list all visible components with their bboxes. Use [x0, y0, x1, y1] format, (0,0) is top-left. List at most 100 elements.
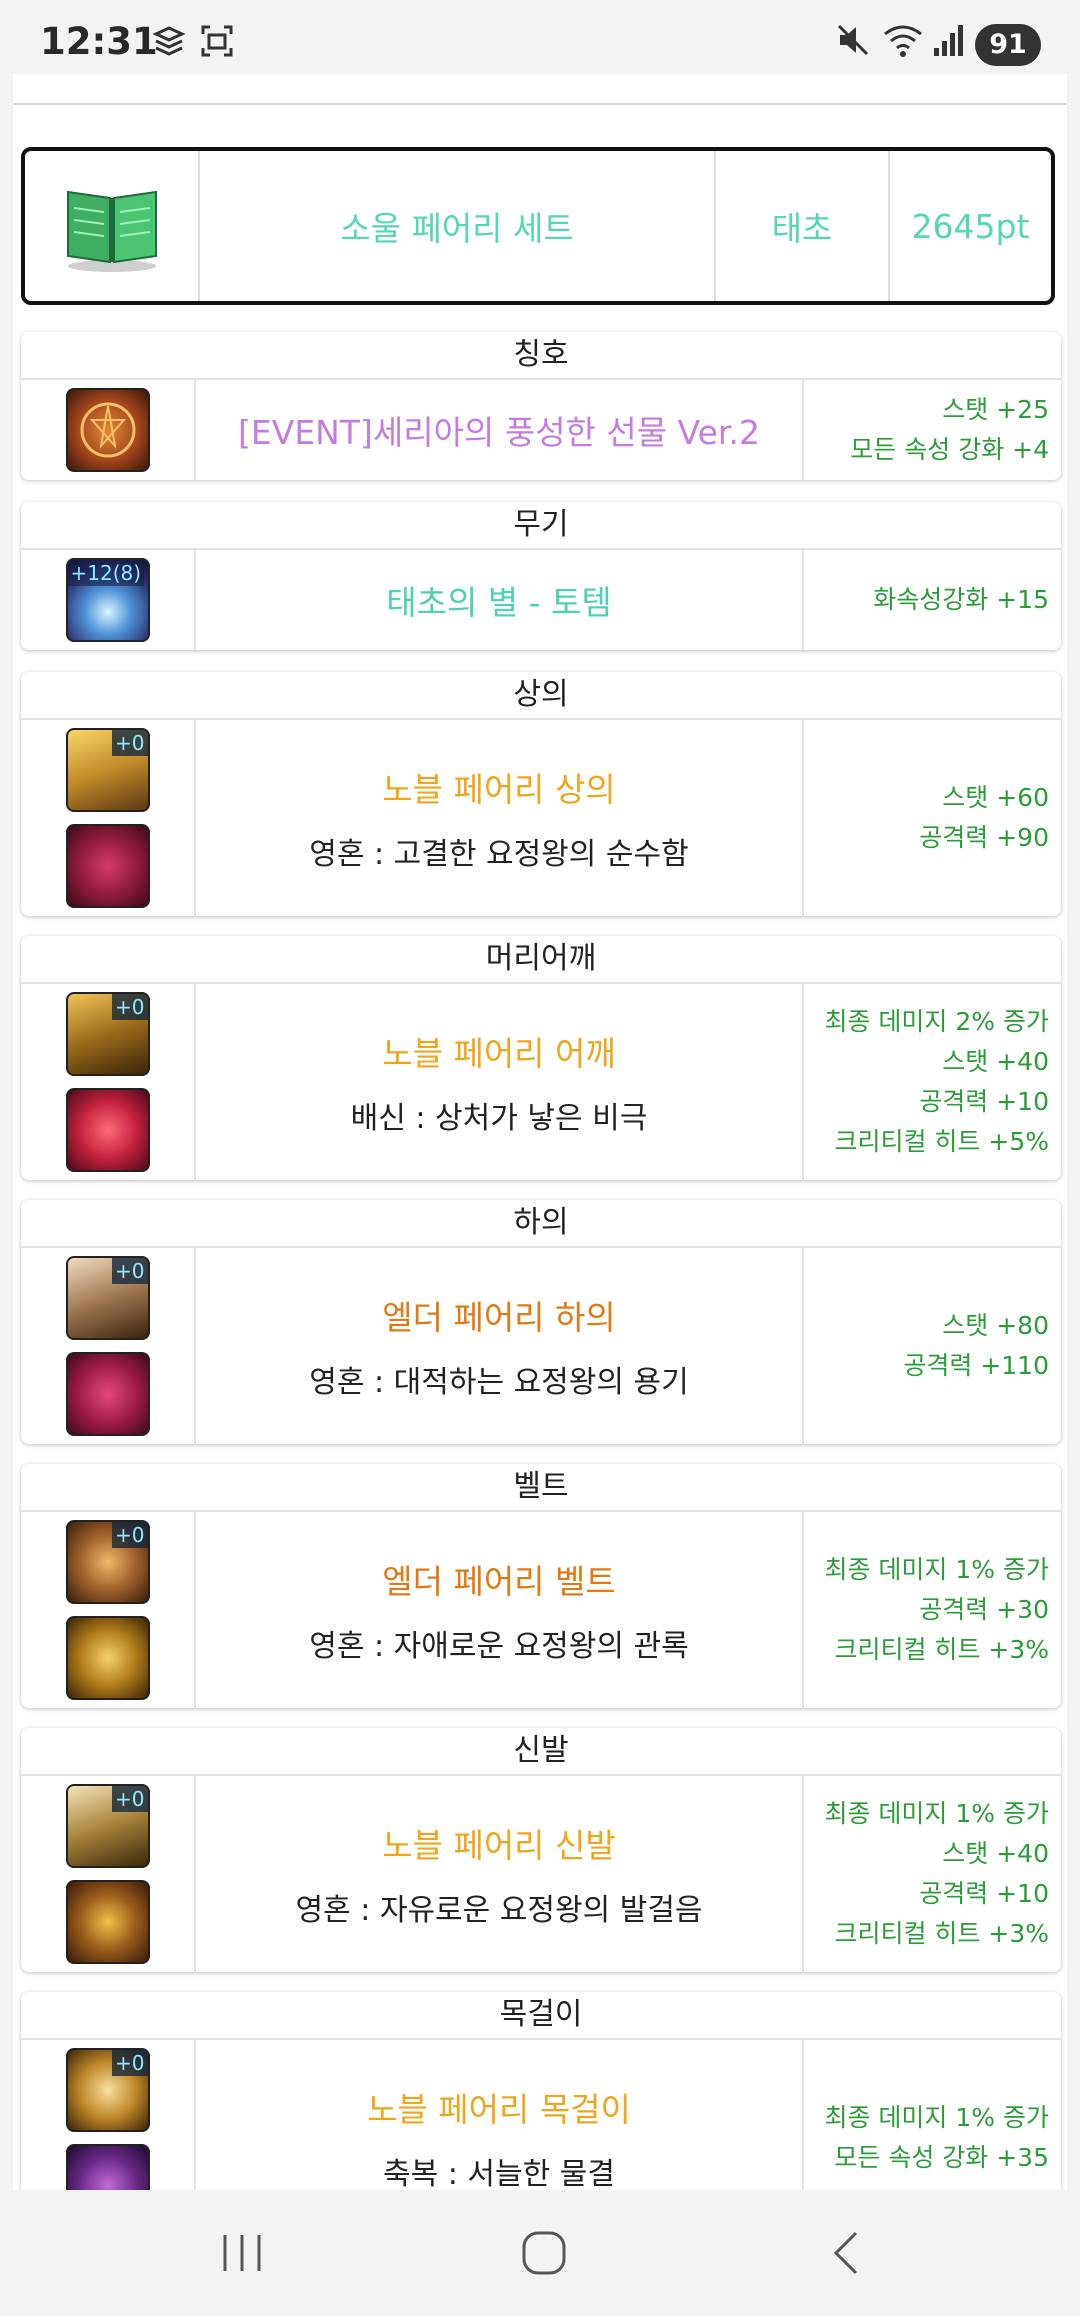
shield-notification-icon: [152, 26, 186, 56]
status-bar: 12:31 91: [0, 0, 1080, 74]
item-sub: 배신 : 상처가 낳은 비극: [350, 1101, 648, 1136]
stat-line: 스탯 +60: [942, 783, 1049, 812]
home-button[interactable]: [504, 2220, 584, 2286]
pants-avatar-icon[interactable]: [65, 1352, 150, 1436]
top-divider: [13, 74, 1067, 105]
belt-avatar-icon[interactable]: [65, 1616, 150, 1700]
stat-line: 화속성강화 +15: [873, 585, 1049, 614]
enhance-badge: +0: [112, 1786, 148, 1812]
stat-line: 스탯 +40: [942, 1839, 1049, 1868]
stat-line: 공격력 +10: [919, 1087, 1049, 1116]
wifi-icon: [884, 25, 922, 57]
item-name[interactable]: 태초의 별 - 토템: [386, 576, 612, 624]
stat-line: 모든 속성 강화 +4: [850, 435, 1049, 464]
section-heading: 벨트: [21, 1464, 1061, 1512]
equipment-page[interactable]: 소울 페어리 세트 태초 2645pt 칭호 [EVENT]세리아의 풍성한 선…: [13, 74, 1067, 2190]
section-belt[interactable]: 벨트 +0 엘더 페어리 벨트 영혼 : 자애로운 요정왕의 관록 최종 데미지…: [21, 1464, 1061, 1708]
section-heading: 머리어깨: [21, 936, 1061, 984]
item-name[interactable]: 엘더 페어리 벨트: [382, 1555, 616, 1603]
necklace-avatar-icon[interactable]: [65, 2144, 150, 2190]
set-summary[interactable]: 소울 페어리 세트 태초 2645pt: [21, 147, 1055, 305]
set-name: 소울 페어리 세트: [200, 151, 716, 301]
enhance-badge: +0: [112, 2050, 148, 2076]
enhance-badge: +0: [112, 994, 148, 1020]
section-heading: 하의: [21, 1200, 1061, 1248]
top-avatar-icon[interactable]: [65, 824, 150, 908]
enhance-badge: +0: [112, 1522, 148, 1548]
stat-line: 크리티컬 히트 +3%: [834, 1919, 1049, 1948]
set-icon-cell: [25, 151, 200, 301]
item-name[interactable]: 노블 페어리 어깨: [382, 1027, 616, 1075]
set-grade: 태초: [716, 151, 890, 301]
screenshot-icon: [201, 25, 233, 57]
enhance-badge: +12(8): [67, 560, 145, 586]
signal-icon: [934, 25, 963, 56]
section-heading: 신발: [21, 1728, 1061, 1776]
section-heading: 무기: [21, 502, 1061, 550]
stat-line: 최종 데미지 1% 증가: [824, 1799, 1049, 1828]
stat-line: 스탯 +80: [942, 1311, 1049, 1340]
section-pants[interactable]: 하의 +0 엘더 페어리 하의 영혼 : 대적하는 요정왕의 용기 스탯 +80…: [21, 1200, 1061, 1444]
item-name[interactable]: 노블 페어리 목걸이: [367, 2083, 631, 2131]
stat-line: 최종 데미지 1% 증가: [824, 2103, 1049, 2132]
stat-line: 최종 데미지 2% 증가: [824, 1007, 1049, 1036]
section-heading: 상의: [21, 672, 1061, 720]
section-necklace[interactable]: 목걸이 +0 노블 페어리 목걸이 축복 : 서늘한 물결 최종 데미지 1% …: [21, 1992, 1061, 2190]
stat-line: 공격력 +110: [903, 1351, 1049, 1380]
section-heading: 칭호: [21, 332, 1061, 380]
stat-list: 스탯 +80 공격력 +110: [804, 1248, 1061, 1444]
item-sub: 영혼 : 고결한 요정왕의 순수함: [309, 837, 689, 872]
shoes-armor-icon[interactable]: +0: [65, 1784, 150, 1868]
necklace-accessory-icon[interactable]: +0: [65, 2048, 150, 2132]
stat-line: 최종 데미지 1% 증가: [824, 1555, 1049, 1584]
stat-line: 크리티컬 히트 +3%: [834, 1635, 1049, 1664]
item-name[interactable]: [EVENT]세리아의 풍성한 선물 Ver.2: [238, 406, 760, 454]
book-icon: [66, 190, 157, 272]
shoulder-armor-icon[interactable]: +0: [65, 992, 150, 1076]
stat-line: 스탯 +40: [942, 1047, 1049, 1076]
top-armor-icon[interactable]: +0: [65, 728, 150, 812]
item-name[interactable]: 노블 페어리 상의: [382, 763, 616, 811]
item-name[interactable]: 엘더 페어리 하의: [382, 1291, 616, 1339]
item-sub: 영혼 : 자유로운 요정왕의 발걸음: [295, 1893, 703, 1928]
shoes-avatar-icon[interactable]: [65, 1880, 150, 1964]
stat-line: 모든 속성 강화 +35: [834, 2143, 1049, 2172]
section-shoulder[interactable]: 머리어깨 +0 노블 페어리 어깨 배신 : 상처가 낳은 비극 최종 데미지 …: [21, 936, 1061, 1180]
set-points: 2645pt: [911, 206, 1030, 246]
item-sub: 영혼 : 대적하는 요정왕의 용기: [309, 1365, 689, 1400]
section-title[interactable]: 칭호 [EVENT]세리아의 풍성한 선물 Ver.2 스탯 +25 모든 속성…: [21, 332, 1061, 480]
stat-line: 크리티컬 히트 +5%: [834, 1127, 1049, 1156]
recent-apps-button[interactable]: [202, 2220, 282, 2286]
title-emblem-icon[interactable]: [65, 388, 150, 472]
battery-indicator: 91: [975, 24, 1041, 66]
belt-armor-icon[interactable]: +0: [65, 1520, 150, 1604]
stat-list: 스탯 +60 공격력 +90: [804, 720, 1061, 916]
back-button[interactable]: [806, 2220, 886, 2286]
section-top[interactable]: 상의 +0 노블 페어리 상의 영혼 : 고결한 요정왕의 순수함 스탯 +60…: [21, 672, 1061, 916]
enhance-badge: +0: [112, 730, 148, 756]
stat-list: 스탯 +25 모든 속성 강화 +4: [804, 380, 1061, 480]
recent-apps-icon: [223, 2235, 261, 2271]
item-name[interactable]: 노블 페어리 신발: [382, 1819, 616, 1867]
shoulder-avatar-icon[interactable]: [65, 1088, 150, 1172]
home-icon: [522, 2231, 566, 2275]
item-sub: 영혼 : 자애로운 요정왕의 관록: [309, 1629, 689, 1664]
back-icon: [833, 2231, 858, 2275]
section-shoes[interactable]: 신발 +0 노블 페어리 신발 영혼 : 자유로운 요정왕의 발걸음 최종 데미…: [21, 1728, 1061, 1972]
stat-line: 스탯 +25: [942, 395, 1049, 424]
navigation-bar: [0, 2190, 1080, 2316]
stat-line: 공격력 +30: [919, 1595, 1049, 1624]
mute-icon: [837, 24, 869, 56]
section-heading: 목걸이: [21, 1992, 1061, 2040]
stat-list: 최종 데미지 1% 증가 모든 속성 강화 +35: [804, 2040, 1061, 2190]
totem-weapon-icon[interactable]: +12(8): [65, 558, 150, 642]
pants-armor-icon[interactable]: +0: [65, 1256, 150, 1340]
stat-list: 최종 데미지 2% 증가 스탯 +40 공격력 +10 크리티컬 히트 +5%: [804, 984, 1061, 1180]
stat-line: 공격력 +90: [919, 823, 1049, 852]
section-weapon[interactable]: 무기 +12(8) 태초의 별 - 토템 화속성강화 +15: [21, 502, 1061, 650]
stat-line: 공격력 +10: [919, 1879, 1049, 1908]
stat-list: 최종 데미지 1% 증가 스탯 +40 공격력 +10 크리티컬 히트 +3%: [804, 1776, 1061, 1972]
stat-list: 최종 데미지 1% 증가 공격력 +30 크리티컬 히트 +3%: [804, 1512, 1061, 1708]
enhance-badge: +0: [112, 1258, 148, 1284]
stat-list: 화속성강화 +15: [804, 550, 1061, 650]
